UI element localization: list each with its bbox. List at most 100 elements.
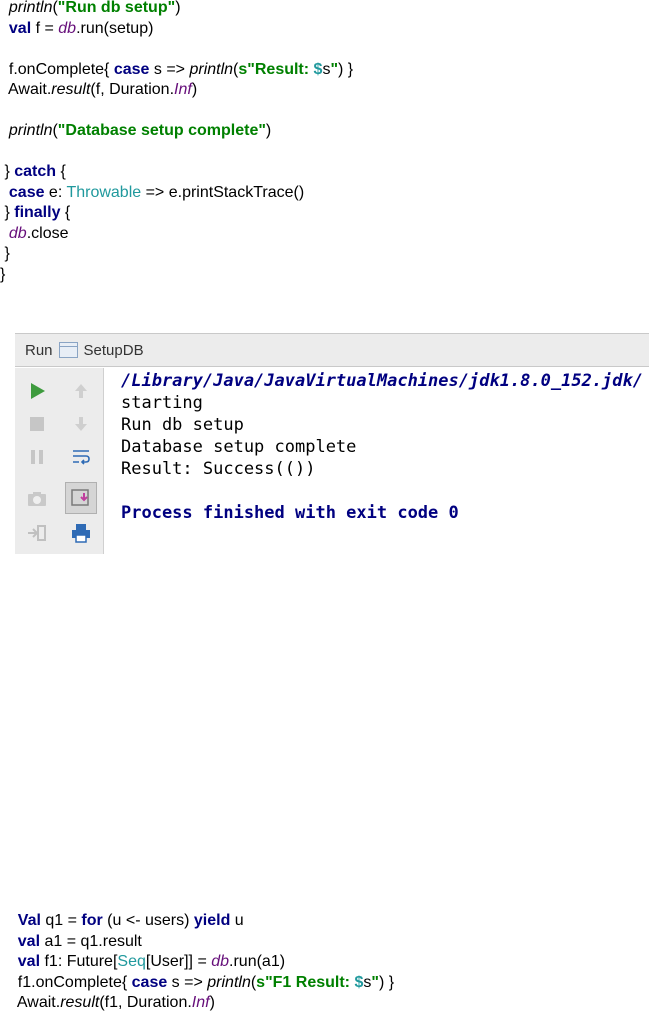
code-token: println [8, 0, 53, 16]
code-snippet-top: println("Run db setup") val f = db.run(s… [0, 0, 353, 285]
code-token: val [17, 953, 41, 970]
code-token: catch [14, 163, 57, 180]
stop-icon[interactable] [23, 410, 51, 438]
console-output[interactable]: /Library/Java/JavaVirtualMachines/jdk1.8… [121, 368, 649, 554]
code-line: val f1: Future[Seq[User]] = db.run(a1) [0, 952, 394, 973]
code-token: f1: Future[ [40, 953, 118, 970]
code-line: Val q1 = for (u <- users) yield u [0, 911, 394, 932]
code-line: val f = db.run(setup) [0, 19, 353, 40]
code-line: f1.onComplete{ case s => println(s"F1 Re… [0, 973, 394, 994]
code-token: e: [44, 183, 67, 201]
code-token: f1.onComplete{ [0, 973, 132, 991]
code-token: [User]] = [145, 953, 212, 970]
code-line: case e: Throwable => e.printStackTrace() [0, 183, 353, 204]
scroll-to-end-icon[interactable] [65, 482, 97, 514]
code-token: ) [191, 81, 198, 98]
code-token: q1 = [40, 912, 82, 929]
console-line: /Library/Java/JavaVirtualMachines/jdk1.8… [121, 371, 643, 391]
code-token: s => [149, 60, 190, 78]
code-token: Await. [0, 994, 61, 1011]
code-token: ) [209, 994, 215, 1011]
code-token: } [0, 163, 15, 180]
code-token: ) } [338, 60, 354, 78]
code-token: Inf [174, 81, 192, 98]
code-token: { [56, 163, 66, 180]
console-line: Run db setup [121, 415, 244, 435]
run-tab-header[interactable]: Run SetupDB [15, 334, 649, 367]
pause-icon[interactable] [23, 443, 51, 471]
code-token: ) [175, 0, 181, 16]
code-token: Throwable [66, 183, 142, 201]
console-line: Process finished with exit code 0 [121, 503, 459, 523]
run-icon[interactable] [23, 377, 51, 405]
code-token: " [371, 973, 379, 991]
code-token: s"F1 Result: [256, 973, 355, 991]
code-line: db.close [0, 224, 353, 245]
console-line: starting [121, 393, 203, 413]
code-line: println("Database setup complete") [0, 121, 353, 142]
code-line: println("Run db setup") [0, 0, 353, 19]
exit-icon[interactable] [23, 519, 51, 547]
run-config-icon [58, 342, 78, 358]
code-token: { [60, 204, 71, 221]
run-tab-label: Run [25, 341, 53, 359]
code-token: (f1, Duration. [99, 994, 192, 1011]
code-token: (f, Duration. [90, 81, 175, 98]
code-token: .run(a1) [229, 953, 286, 970]
code-line: } [0, 265, 353, 286]
code-token: db [8, 224, 27, 242]
code-line: } [0, 244, 353, 265]
code-token: db [211, 953, 230, 970]
code-token: " [330, 60, 339, 78]
code-token: val [8, 19, 32, 37]
code-token: Await. [0, 81, 52, 98]
code-token: for [81, 912, 103, 929]
code-line: } catch { [0, 162, 353, 183]
print-icon[interactable] [67, 519, 95, 547]
console-line: Database setup complete [121, 437, 357, 457]
run-tool-window: Run SetupDB /Library/Java/JavaVirtualMac… [15, 333, 649, 554]
code-token: println [189, 60, 234, 78]
code-token: a1 = q1.result [40, 932, 142, 950]
run-config-name: SetupDB [83, 341, 144, 359]
up-arrow-icon[interactable] [67, 377, 95, 405]
code-token: u [230, 912, 244, 929]
code-token: case [131, 973, 168, 991]
code-token: println [207, 973, 251, 991]
code-line: Await.result(f, Duration.Inf) [0, 80, 353, 101]
code-token: f.onComplete{ [0, 60, 114, 78]
run-toolbar-right [59, 368, 104, 554]
camera-icon[interactable] [23, 485, 51, 513]
code-token: (u <- users) [102, 912, 194, 929]
code-line: } finally { [0, 203, 353, 224]
console-line: Result: Success(()) [121, 459, 316, 479]
code-token: ) [265, 122, 272, 139]
code-token: case [8, 183, 45, 201]
code-token: => e.printStackTrace() [141, 183, 305, 201]
soft-wrap-icon[interactable] [67, 443, 95, 471]
code-token: result [51, 81, 91, 98]
code-snippet-bottom: Val q1 = for (u <- users) yield u val a1… [0, 911, 394, 1014]
code-token: } [0, 204, 15, 221]
code-token: result [60, 994, 100, 1011]
code-token: s"Result: [238, 60, 314, 78]
code-token: println [8, 122, 53, 139]
run-toolbar-left [15, 368, 59, 554]
down-arrow-icon[interactable] [67, 410, 95, 438]
code-token: "Run db setup" [57, 0, 176, 16]
code-token: val [17, 932, 41, 950]
code-token: .run(setup) [76, 19, 154, 37]
code-token: db [58, 19, 77, 37]
code-line: f.onComplete{ case s => println(s"Result… [0, 60, 353, 81]
